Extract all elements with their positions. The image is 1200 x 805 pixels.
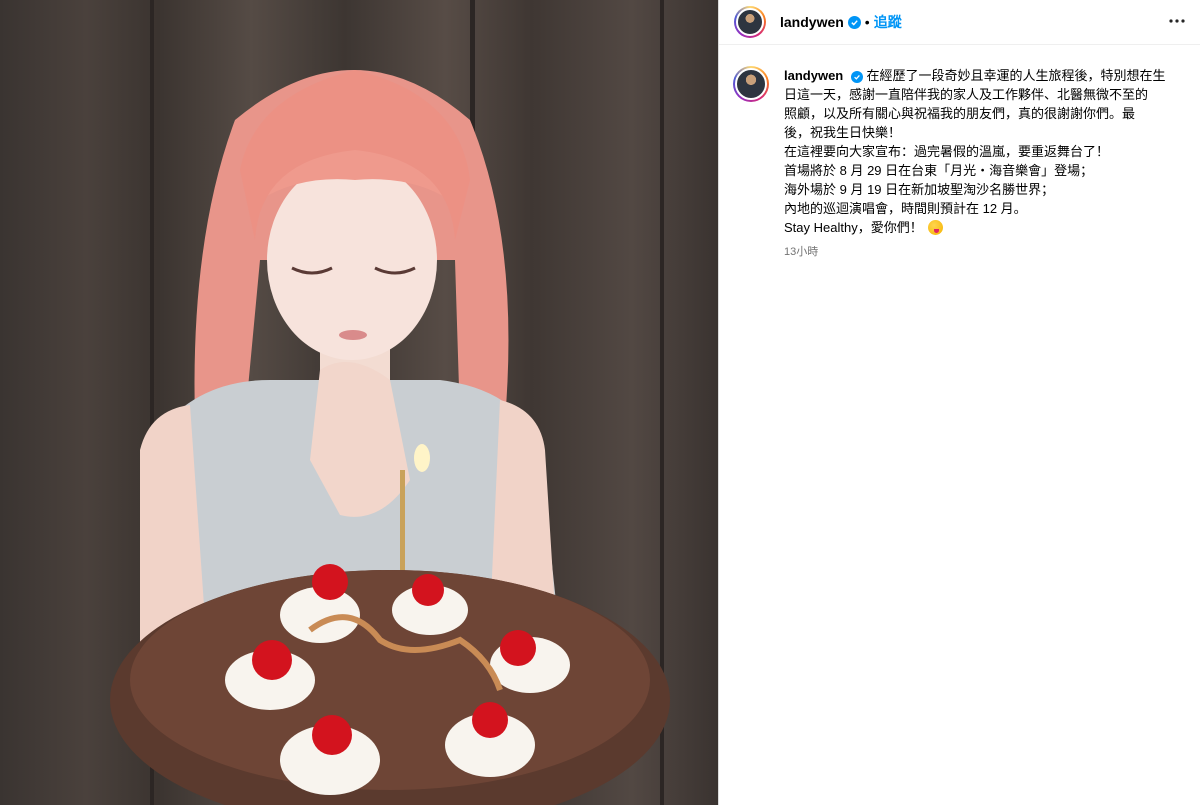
post-header: landywen • 追蹤	[719, 0, 1200, 44]
winking-kiss-emoji-icon	[928, 220, 944, 235]
avatar-image	[735, 68, 767, 100]
avatar-image	[736, 8, 764, 36]
follow-button[interactable]: 追蹤	[874, 12, 902, 32]
caption-line: 首場將於 8 月 29 日在台東「月光・海音樂會」登場；	[784, 163, 1094, 178]
caption-line: 在這裡要向大家宣布：過完暑假的溫嵐，要重返舞台了！	[784, 144, 1110, 159]
caption-line: 海外場於 9 月 19 日在新加坡聖淘沙名勝世界；	[784, 182, 1055, 197]
caption-username-link[interactable]: landywen	[784, 68, 843, 83]
caption-line: 後，祝我生日快樂！	[784, 125, 902, 140]
panel-divider	[718, 0, 719, 805]
caption-text: landywen 在經歷了一段奇妙且幸運的人生旅程後，特別想在生 日這一天，感謝…	[784, 66, 1182, 262]
caption-line: Stay Healthy，愛你們！	[784, 220, 923, 235]
post-timestamp[interactable]: 13小時	[784, 243, 1182, 262]
more-options-icon[interactable]	[1168, 12, 1186, 30]
post-photo-illustration	[110, 0, 670, 805]
caption-line: 內地的巡迴演唱會，時間則預計在 12 月。	[784, 201, 1027, 216]
post-photo[interactable]	[0, 0, 718, 805]
header-divider	[719, 44, 1200, 45]
username-link[interactable]: landywen	[780, 14, 844, 30]
verified-badge-icon	[850, 71, 863, 83]
separator-dot: •	[864, 14, 870, 30]
caption-line: 照顧，以及所有關心與祝福我的朋友們，真的很謝謝你們。最	[784, 106, 1136, 121]
avatar[interactable]	[734, 6, 766, 38]
caption-avatar[interactable]	[733, 66, 769, 102]
caption-line: 在經歷了一段奇妙且幸運的人生旅程後，特別想在生	[866, 68, 1166, 83]
caption-line: 日這一天，感謝一直陪伴我的家人及工作夥伴、北醫無微不至的	[784, 87, 1149, 102]
verified-badge-icon	[847, 15, 861, 29]
